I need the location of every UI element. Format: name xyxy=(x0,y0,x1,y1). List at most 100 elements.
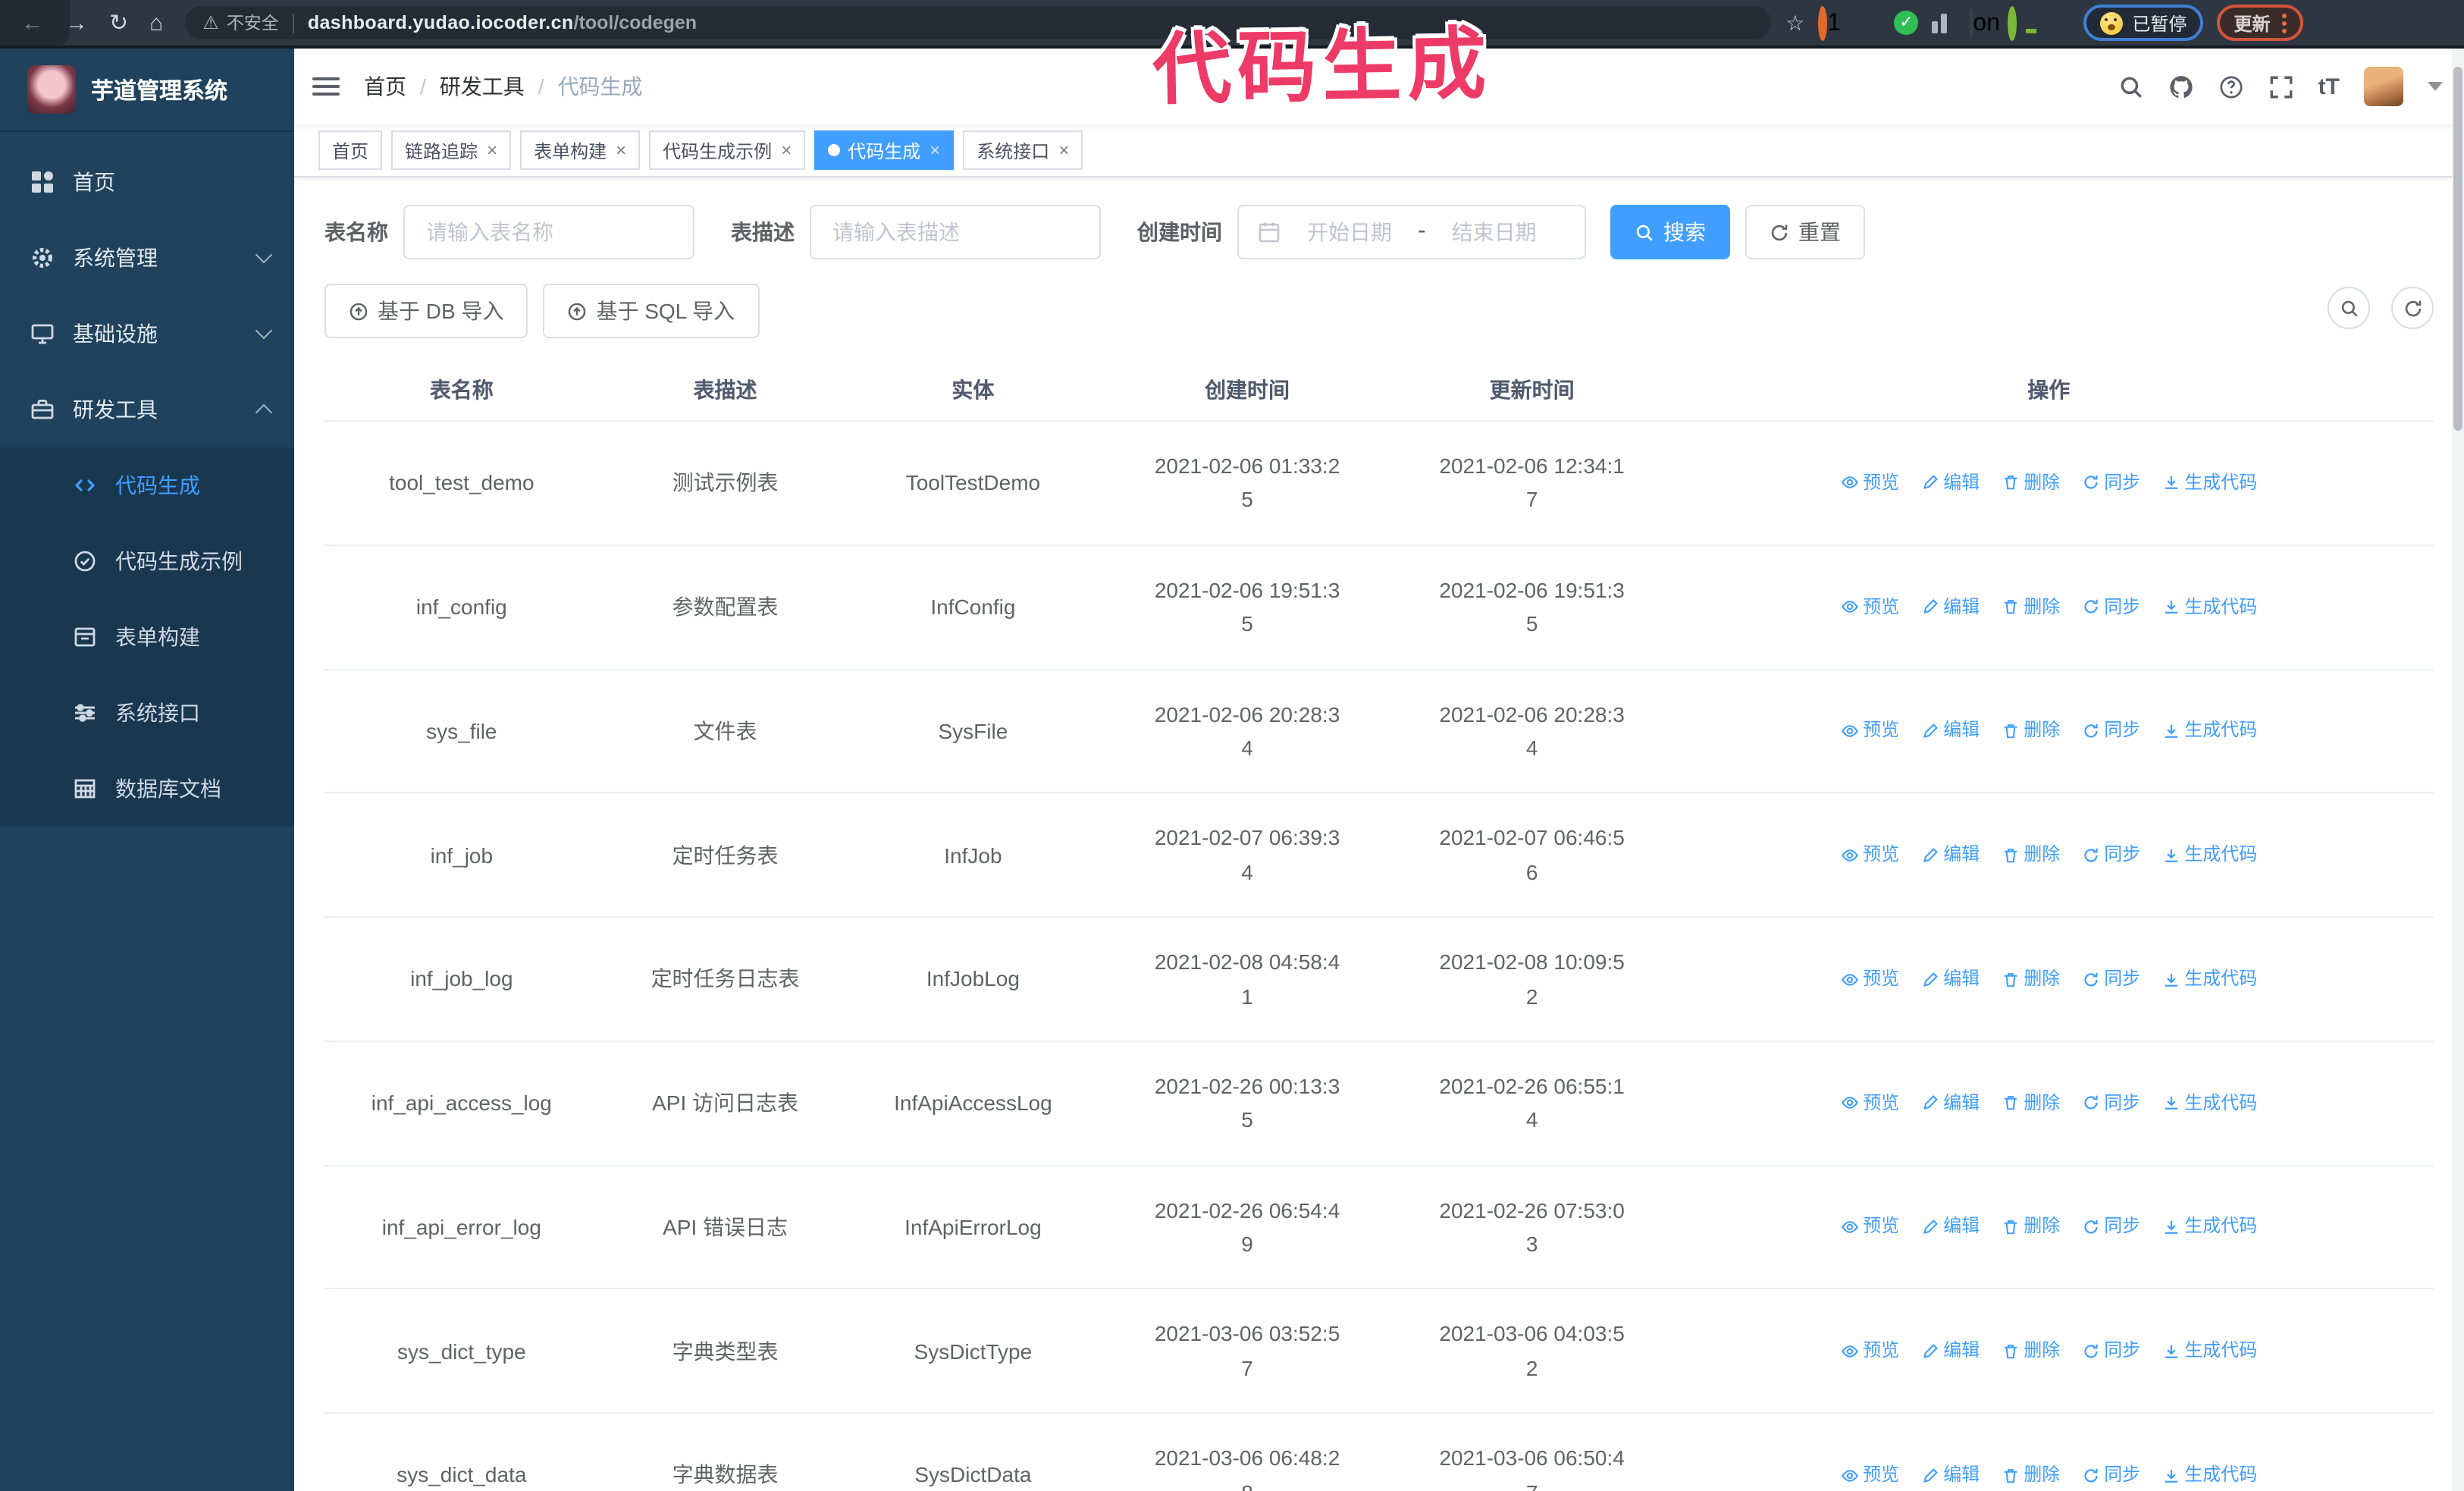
preview-link[interactable]: 预览 xyxy=(1840,717,1899,746)
github-icon[interactable] xyxy=(2168,74,2194,99)
fullscreen-icon[interactable] xyxy=(2268,74,2294,99)
tab-close-icon[interactable]: × xyxy=(487,140,497,161)
import-db-button[interactable]: 基于 DB 导入 xyxy=(324,284,528,338)
sync-link[interactable]: 同步 xyxy=(2081,469,2140,498)
extension-stats-icon[interactable] xyxy=(1932,11,1956,35)
import-sql-button[interactable]: 基于 SQL 导入 xyxy=(543,284,760,338)
app-logo-row[interactable]: 芋道管理系统 xyxy=(0,49,294,132)
tab[interactable]: 代码生成 × xyxy=(814,130,955,170)
delete-link[interactable]: 删除 xyxy=(2001,1213,2060,1241)
tab[interactable]: 代码生成示例 × xyxy=(649,130,806,170)
extension-colorzilla-icon[interactable]: 1 xyxy=(1818,6,1842,41)
preview-link[interactable]: 预览 xyxy=(1840,1213,1899,1241)
tab[interactable]: 首页 xyxy=(318,130,383,170)
tab[interactable]: 表单构建 × xyxy=(520,130,641,170)
preview-link[interactable]: 预览 xyxy=(1840,965,1899,993)
sidebar-item[interactable]: 基础设施 xyxy=(0,296,294,372)
bookmark-star-icon[interactable]: ☆ xyxy=(1785,10,1804,36)
sync-link[interactable]: 同步 xyxy=(2081,1337,2140,1366)
tab-close-icon[interactable]: × xyxy=(781,140,792,161)
preview-link[interactable]: 预览 xyxy=(1840,840,1899,869)
generate-code-link[interactable]: 生成代码 xyxy=(2161,469,2257,498)
profile-paused-chip[interactable]: 已暂停 xyxy=(2083,5,2204,41)
delete-link[interactable]: 删除 xyxy=(2001,717,2060,746)
home-icon[interactable]: ⌂ xyxy=(149,11,163,34)
delete-link[interactable]: 删除 xyxy=(2001,1088,2060,1117)
tab-close-icon[interactable]: × xyxy=(616,140,626,161)
edit-link[interactable]: 编辑 xyxy=(1920,469,1980,498)
sync-link[interactable]: 同步 xyxy=(2081,717,2140,746)
toggle-search-button[interactable] xyxy=(2328,287,2370,329)
edit-link[interactable]: 编辑 xyxy=(1920,717,1980,746)
end-date-input[interactable]: 结束日期 xyxy=(1438,217,1550,247)
sidebar-subitem[interactable]: 代码生成示例 xyxy=(0,523,294,599)
extension-gem-icon[interactable] xyxy=(1856,11,1880,35)
start-date-input[interactable]: 开始日期 xyxy=(1293,217,1406,247)
extension-check-icon[interactable]: ✓ xyxy=(1894,11,1919,35)
sidebar-item[interactable]: 首页 xyxy=(0,144,294,220)
preview-link[interactable]: 预览 xyxy=(1840,1461,1899,1489)
delete-link[interactable]: 删除 xyxy=(2001,592,2060,621)
generate-code-link[interactable]: 生成代码 xyxy=(2161,1337,2257,1366)
reset-button[interactable]: 重置 xyxy=(1745,205,1865,259)
avatar[interactable] xyxy=(2364,67,2403,106)
sidebar-subitem[interactable]: 数据库文档 xyxy=(0,751,294,827)
tab[interactable]: 链路追踪 × xyxy=(391,130,512,170)
sync-link[interactable]: 同步 xyxy=(2081,1461,2140,1489)
date-range-picker[interactable]: 开始日期 - 结束日期 xyxy=(1237,205,1586,259)
extension-key-icon[interactable] xyxy=(2008,6,2032,41)
tab[interactable]: 系统接口 × xyxy=(963,130,1083,170)
generate-code-link[interactable]: 生成代码 xyxy=(2161,1088,2257,1117)
delete-link[interactable]: 删除 xyxy=(2001,469,2060,498)
table-name-input[interactable] xyxy=(423,218,675,246)
help-icon[interactable] xyxy=(2218,74,2244,99)
edit-link[interactable]: 编辑 xyxy=(1920,965,1980,993)
font-size-icon[interactable]: tT xyxy=(2318,74,2340,99)
scrollbar-thumb[interactable] xyxy=(2453,67,2462,431)
sync-link[interactable]: 同步 xyxy=(2081,1088,2140,1117)
back-icon[interactable]: ← xyxy=(21,11,44,34)
sidebar-subitem[interactable]: 代码生成 xyxy=(0,447,294,523)
delete-link[interactable]: 删除 xyxy=(2001,1337,2060,1366)
delete-link[interactable]: 删除 xyxy=(2001,965,2060,993)
search-button[interactable]: 搜索 xyxy=(1610,205,1730,259)
sidebar-item[interactable]: 研发工具 xyxy=(0,372,294,447)
preview-link[interactable]: 预览 xyxy=(1840,469,1899,498)
hamburger-icon[interactable] xyxy=(312,73,340,100)
breadcrumb-home[interactable]: 首页 xyxy=(364,71,406,102)
sync-link[interactable]: 同步 xyxy=(2081,840,2140,869)
generate-code-link[interactable]: 生成代码 xyxy=(2161,717,2257,746)
edit-link[interactable]: 编辑 xyxy=(1920,1088,1980,1117)
edit-link[interactable]: 编辑 xyxy=(1920,840,1980,869)
browser-update-button[interactable]: 更新 xyxy=(2217,5,2304,41)
tab-close-icon[interactable]: × xyxy=(1058,140,1069,161)
search-icon[interactable] xyxy=(2118,74,2144,99)
generate-code-link[interactable]: 生成代码 xyxy=(2161,840,2257,869)
breadcrumb-tools[interactable]: 研发工具 xyxy=(440,71,525,102)
preview-link[interactable]: 预览 xyxy=(1840,1088,1899,1117)
extensions-puzzle-icon[interactable] xyxy=(2045,11,2070,35)
edit-link[interactable]: 编辑 xyxy=(1920,1213,1980,1241)
edit-link[interactable]: 编辑 xyxy=(1920,1337,1980,1366)
sync-link[interactable]: 同步 xyxy=(2081,965,2140,993)
sidebar-subitem[interactable]: 表单构建 xyxy=(0,599,294,675)
forward-icon[interactable]: → xyxy=(65,11,88,34)
table-desc-input[interactable] xyxy=(829,218,1081,246)
generate-code-link[interactable]: 生成代码 xyxy=(2161,592,2257,621)
tab-close-icon[interactable]: × xyxy=(929,140,940,161)
browser-menu-icon[interactable] xyxy=(2282,13,2287,33)
delete-link[interactable]: 删除 xyxy=(2001,1461,2060,1489)
preview-link[interactable]: 预览 xyxy=(1840,1337,1899,1366)
delete-link[interactable]: 删除 xyxy=(2001,840,2060,869)
sync-link[interactable]: 同步 xyxy=(2081,1213,2140,1241)
edit-link[interactable]: 编辑 xyxy=(1920,592,1980,621)
refresh-table-button[interactable] xyxy=(2391,287,2434,329)
generate-code-link[interactable]: 生成代码 xyxy=(2161,1461,2257,1489)
sidebar-item[interactable]: 系统管理 xyxy=(0,220,294,296)
edit-link[interactable]: 编辑 xyxy=(1920,1461,1980,1489)
scrollbar[interactable] xyxy=(2452,49,2464,1491)
reload-icon[interactable]: ↻ xyxy=(109,11,128,34)
preview-link[interactable]: 预览 xyxy=(1840,592,1899,621)
avatar-caret-icon[interactable] xyxy=(2428,82,2443,91)
generate-code-link[interactable]: 生成代码 xyxy=(2161,965,2257,993)
